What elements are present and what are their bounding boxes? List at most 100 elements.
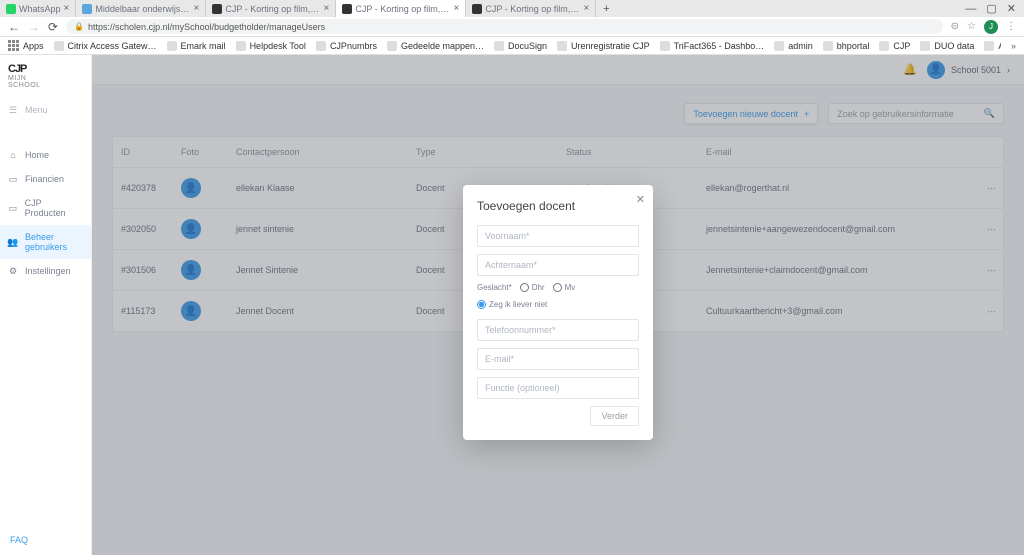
tab-close-icon[interactable]: ×: [324, 3, 330, 14]
window-close[interactable]: ✕: [1007, 2, 1016, 15]
browser-tab[interactable]: Middelbaar onderwijs, cultuur & ×: [76, 0, 206, 17]
new-tab-button[interactable]: +: [596, 0, 616, 17]
bookmark-icon: [316, 41, 326, 51]
voornaam-field[interactable]: [477, 225, 639, 247]
bookmark-item[interactable]: Gedeelde mappen…: [387, 41, 484, 51]
bookmark-item[interactable]: Citrix Access Gatew…: [54, 41, 157, 51]
browser-tab[interactable]: CJP - Korting op film, theater, he ×: [336, 0, 466, 17]
bookmark-item[interactable]: bhportal: [823, 41, 870, 51]
bookmark-icon: [557, 41, 567, 51]
bookmark-item[interactable]: DocuSign: [494, 41, 547, 51]
bookmark-icon: [984, 41, 994, 51]
menu-item-icon: ⌂: [8, 150, 18, 160]
bookmark-icon: [236, 41, 246, 51]
favicon-icon: [6, 4, 16, 14]
logo: CJP MIJNSCHOOL: [0, 55, 91, 97]
sidebar-item[interactable]: ⚙Instellingen: [0, 259, 91, 283]
bookmark-icon: [494, 41, 504, 51]
bookmark-item[interactable]: Urenregistratie CJP: [557, 41, 650, 51]
menu-toggle[interactable]: ☰ Menu: [0, 97, 91, 123]
bookmark-icon: [823, 41, 833, 51]
nav-reload[interactable]: ⟳: [48, 20, 58, 34]
bookmark-icon: [167, 41, 177, 51]
star-icon[interactable]: ☆: [967, 21, 976, 32]
close-icon[interactable]: ✕: [636, 193, 645, 206]
profile-avatar[interactable]: J: [984, 20, 998, 34]
bookmark-item[interactable]: admin: [774, 41, 813, 51]
verder-button[interactable]: Verder: [590, 406, 639, 426]
menu-item-label: Beheer gebruikers: [25, 232, 83, 252]
apps-icon: [8, 40, 19, 51]
sidebar-item[interactable]: ▭ Financien: [0, 167, 91, 191]
browser-tab[interactable]: WhatsApp×: [0, 0, 76, 17]
sidebar: CJP MIJNSCHOOL ☰ Menu ⌂ Home ▭ Financien ▭ CJ…: [0, 55, 92, 555]
tab-close-icon[interactable]: ×: [584, 3, 590, 14]
functie-field[interactable]: [477, 377, 639, 399]
hamburger-icon: ☰: [8, 105, 18, 115]
favicon-icon: [342, 4, 352, 14]
menu-item-label: Financien: [25, 174, 64, 184]
nav-back[interactable]: ←: [8, 20, 20, 34]
tab-close-icon[interactable]: ×: [64, 3, 70, 14]
url-input[interactable]: 🔒 https://scholen.cjp.nl/mySchool/budget…: [66, 19, 943, 34]
browser-tab[interactable]: CJP - Korting op film, theater, he ×: [466, 0, 596, 17]
tab-label: WhatsApp: [19, 4, 61, 14]
bookmark-item[interactable]: CJPnumbrs: [316, 41, 377, 51]
tab-label: Middelbaar onderwijs, cultuur &: [95, 4, 190, 14]
sidebar-item[interactable]: ▭ CJP Producten: [0, 191, 91, 225]
bookmarks-overflow[interactable]: »: [1011, 41, 1016, 51]
browser-tabs-bar: WhatsApp×Middelbaar onderwijs, cultuur &…: [0, 0, 1024, 17]
geslacht-label: Geslacht*: [477, 283, 512, 292]
radio-niet[interactable]: Zeg ik liever niet: [477, 300, 547, 309]
nav-forward[interactable]: →: [28, 20, 40, 34]
favicon-icon: [82, 4, 92, 14]
tab-label: CJP - Korting op film, theater, he: [355, 4, 450, 14]
bookmark-icon: [54, 41, 64, 51]
bookmark-icon: [660, 41, 670, 51]
address-bar: ← → ⟳ 🔒 https://scholen.cjp.nl/mySchool/…: [0, 17, 1024, 37]
incognito-icon[interactable]: ⊝: [951, 21, 959, 32]
bookmark-item[interactable]: CJP: [879, 41, 910, 51]
favicon-icon: [212, 4, 222, 14]
tab-close-icon[interactable]: ×: [454, 3, 460, 14]
achternaam-field[interactable]: [477, 254, 639, 276]
bookmark-icon: [774, 41, 784, 51]
window-maximize[interactable]: ▢: [986, 2, 996, 15]
menu-item-icon: 👥: [8, 237, 18, 247]
telefoon-field[interactable]: [477, 319, 639, 341]
apps-button[interactable]: Apps: [8, 40, 44, 51]
browser-menu[interactable]: ⋮: [1006, 21, 1016, 32]
bookmark-icon: [879, 41, 889, 51]
main-content: 🔔 👤 School 5001 › Toevoegen nieuwe docen…: [92, 55, 1024, 555]
bookmark-item[interactable]: Emark mail: [167, 41, 226, 51]
bookmarks-bar: Apps Citrix Access Gatew… Emark mail Helpd…: [0, 37, 1024, 55]
browser-tab[interactable]: CJP - Korting op film, theater, he ×: [206, 0, 336, 17]
window-controls: — ▢ ✕: [957, 0, 1024, 17]
tab-label: CJP - Korting op film, theater, he: [225, 4, 320, 14]
menu-item-icon: ▭: [8, 203, 18, 213]
modal-overlay[interactable]: ✕ Toevoegen docent Geslacht* Dhr Mv Zeg …: [92, 55, 1024, 555]
add-docent-modal: ✕ Toevoegen docent Geslacht* Dhr Mv Zeg …: [463, 185, 653, 440]
bookmark-item[interactable]: Aha!: [984, 41, 1001, 51]
menu-item-label: CJP Producten: [25, 198, 83, 218]
bookmark-item[interactable]: TriFact365 - Dashbo…: [660, 41, 765, 51]
email-field[interactable]: [477, 348, 639, 370]
lock-icon: 🔒: [74, 22, 84, 31]
bookmark-item[interactable]: Helpdesk Tool: [236, 41, 306, 51]
bookmark-icon: [387, 41, 397, 51]
radio-mv[interactable]: Mv: [553, 283, 576, 292]
menu-item-label: Home: [25, 150, 49, 160]
tab-label: CJP - Korting op film, theater, he: [485, 4, 580, 14]
faq-link[interactable]: FAQ: [0, 525, 91, 555]
tab-close-icon[interactable]: ×: [194, 3, 200, 14]
favicon-icon: [472, 4, 482, 14]
sidebar-item[interactable]: ⌂ Home: [0, 143, 91, 167]
url-text: https://scholen.cjp.nl/mySchool/budgetho…: [88, 22, 325, 32]
menu-item-icon: ⚙: [8, 266, 18, 276]
sidebar-item[interactable]: 👥 Beheer gebruikers: [0, 225, 91, 259]
menu-item-icon: ▭: [8, 174, 18, 184]
window-minimize[interactable]: —: [965, 3, 976, 15]
radio-dhr[interactable]: Dhr: [520, 283, 545, 292]
bookmark-icon: [920, 41, 930, 51]
bookmark-item[interactable]: DUO data: [920, 41, 974, 51]
